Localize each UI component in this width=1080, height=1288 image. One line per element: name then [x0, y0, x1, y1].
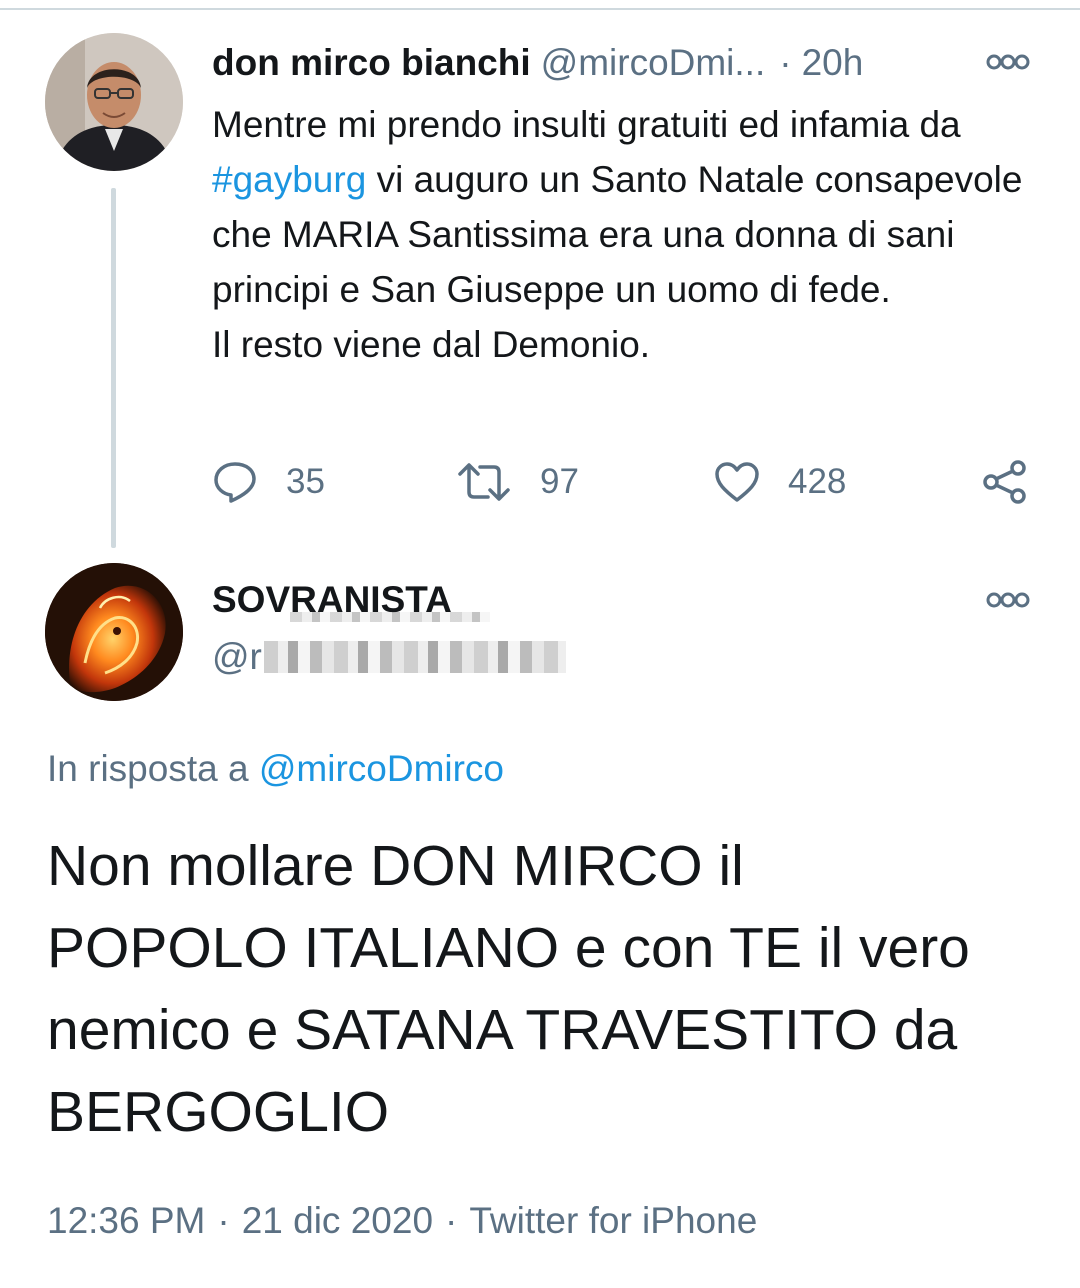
- reply-tweet-text: Non mollare DON MIRCO il POPOLO ITALIANO…: [47, 825, 1047, 1153]
- tweet-text-line: nemico e SATANA TRAVESTITO da: [47, 998, 958, 1062]
- tweet-date[interactable]: 21 dic 2020: [242, 1200, 433, 1241]
- tweet-time[interactable]: 12:36 PM: [47, 1200, 205, 1241]
- reply-button[interactable]: 35: [212, 452, 325, 512]
- reply-count: 35: [286, 462, 325, 501]
- hashtag-link[interactable]: #gayburg: [212, 159, 366, 200]
- more-options-icon[interactable]: [985, 52, 1031, 72]
- retweet-icon: [458, 463, 510, 501]
- retweet-button[interactable]: 97: [456, 452, 579, 512]
- avatar-sovranista[interactable]: [45, 563, 183, 701]
- tweet-text-line: POPOLO ITALIANO e con TE il vero: [47, 916, 970, 980]
- like-count: 428: [788, 462, 847, 501]
- meta-separator: ·: [445, 1200, 458, 1241]
- tweet-text-line: BERGOGLIO: [47, 1080, 390, 1144]
- thread-connector-line: [111, 188, 116, 548]
- header-separator: ·: [779, 42, 792, 83]
- top-divider: [0, 8, 1080, 10]
- tweet-text-part: Mentre mi prendo insulti gratuiti ed inf…: [212, 104, 961, 145]
- redaction-pixelation: [290, 612, 490, 622]
- in-reply-mention-link[interactable]: @mircoDmirco: [259, 748, 504, 789]
- parent-tweet-text: Mentre mi prendo insulti gratuiti ed inf…: [212, 97, 1042, 372]
- tweet-time[interactable]: 20h: [802, 42, 864, 83]
- like-icon: [715, 462, 759, 502]
- reply-author-handle[interactable]: @ri: [212, 632, 270, 682]
- retweet-count: 97: [540, 462, 579, 501]
- avatar-don-mirco[interactable]: [45, 33, 183, 171]
- author-handle[interactable]: @mircoDmi...: [541, 42, 766, 83]
- share-button[interactable]: [982, 452, 1028, 512]
- in-reply-to: In risposta a @mircoDmirco: [47, 744, 504, 794]
- tweet-actions-bar: 35 97 428: [212, 452, 1042, 512]
- author-name[interactable]: don mirco bianchi: [212, 42, 531, 83]
- meta-separator: ·: [217, 1200, 230, 1241]
- reply-icon: [214, 462, 256, 503]
- share-icon: [983, 460, 1026, 504]
- tweet-metadata: 12:36 PM · 21 dic 2020 · Twitter for iPhone: [47, 1196, 757, 1246]
- in-reply-prefix: In risposta a: [47, 748, 259, 789]
- parent-tweet-header: don mirco bianchi @mircoDmi... · 20h: [212, 38, 1002, 88]
- redaction-pixelation: [264, 641, 566, 673]
- more-options-icon[interactable]: [985, 590, 1031, 610]
- tweet-text-line: Il resto viene dal Demonio.: [212, 324, 651, 365]
- tweet-text-line: Non mollare DON MIRCO il: [47, 834, 744, 898]
- like-button[interactable]: 428: [714, 452, 846, 512]
- tweet-source[interactable]: Twitter for iPhone: [469, 1200, 757, 1241]
